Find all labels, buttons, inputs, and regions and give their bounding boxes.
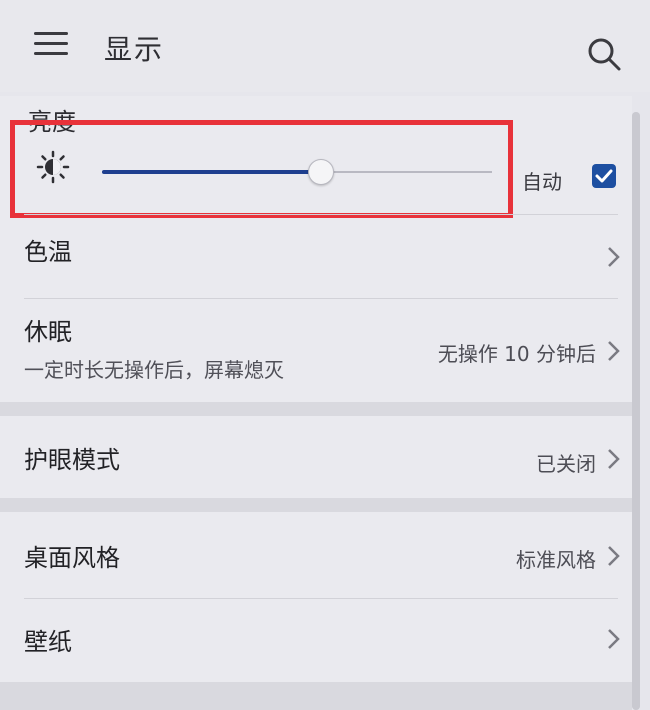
row-title: 壁纸 xyxy=(24,628,72,656)
chevron-right-icon xyxy=(608,629,620,649)
row-title: 休眠 xyxy=(24,318,72,346)
chevron-right-icon xyxy=(608,449,620,469)
row-value: 已关闭 xyxy=(536,452,596,476)
section-gap xyxy=(0,402,632,416)
chevron-right-icon xyxy=(608,341,620,361)
app-header: 显示 xyxy=(0,0,650,92)
row-subtitle: 一定时长无操作后，屏幕熄灭 xyxy=(24,358,284,382)
row-eye-comfort[interactable]: 护眼模式 已关闭 xyxy=(0,416,632,498)
highlight-annotation xyxy=(10,120,513,218)
page-title: 显示 xyxy=(104,33,165,66)
divider xyxy=(24,298,618,299)
search-icon[interactable] xyxy=(586,36,622,72)
checkmark-icon xyxy=(595,169,613,183)
row-desktop-style[interactable]: 桌面风格 标准风格 xyxy=(0,512,632,598)
row-wallpaper[interactable]: 壁纸 xyxy=(0,600,632,678)
auto-brightness-label: 自动 xyxy=(522,170,562,194)
row-value: 无操作 10 分钟后 xyxy=(437,342,596,366)
row-sleep[interactable]: 休眠 一定时长无操作后，屏幕熄灭 无操作 10 分钟后 xyxy=(0,300,632,404)
section-gap xyxy=(0,682,632,710)
hamburger-menu-icon[interactable] xyxy=(34,32,68,56)
row-color-temperature[interactable]: 色温 xyxy=(0,216,632,298)
row-title: 桌面风格 xyxy=(24,544,120,572)
divider xyxy=(24,598,618,599)
row-value: 标准风格 xyxy=(516,548,596,572)
scrollbar[interactable] xyxy=(632,112,640,710)
chevron-right-icon xyxy=(608,247,620,267)
chevron-right-icon xyxy=(608,546,620,566)
auto-brightness-checkbox[interactable] xyxy=(592,164,616,188)
section-gap xyxy=(0,498,632,512)
row-title: 护眼模式 xyxy=(24,446,120,474)
divider xyxy=(24,214,618,215)
scrollbar-thumb[interactable] xyxy=(632,112,640,710)
row-title: 色温 xyxy=(24,238,72,266)
